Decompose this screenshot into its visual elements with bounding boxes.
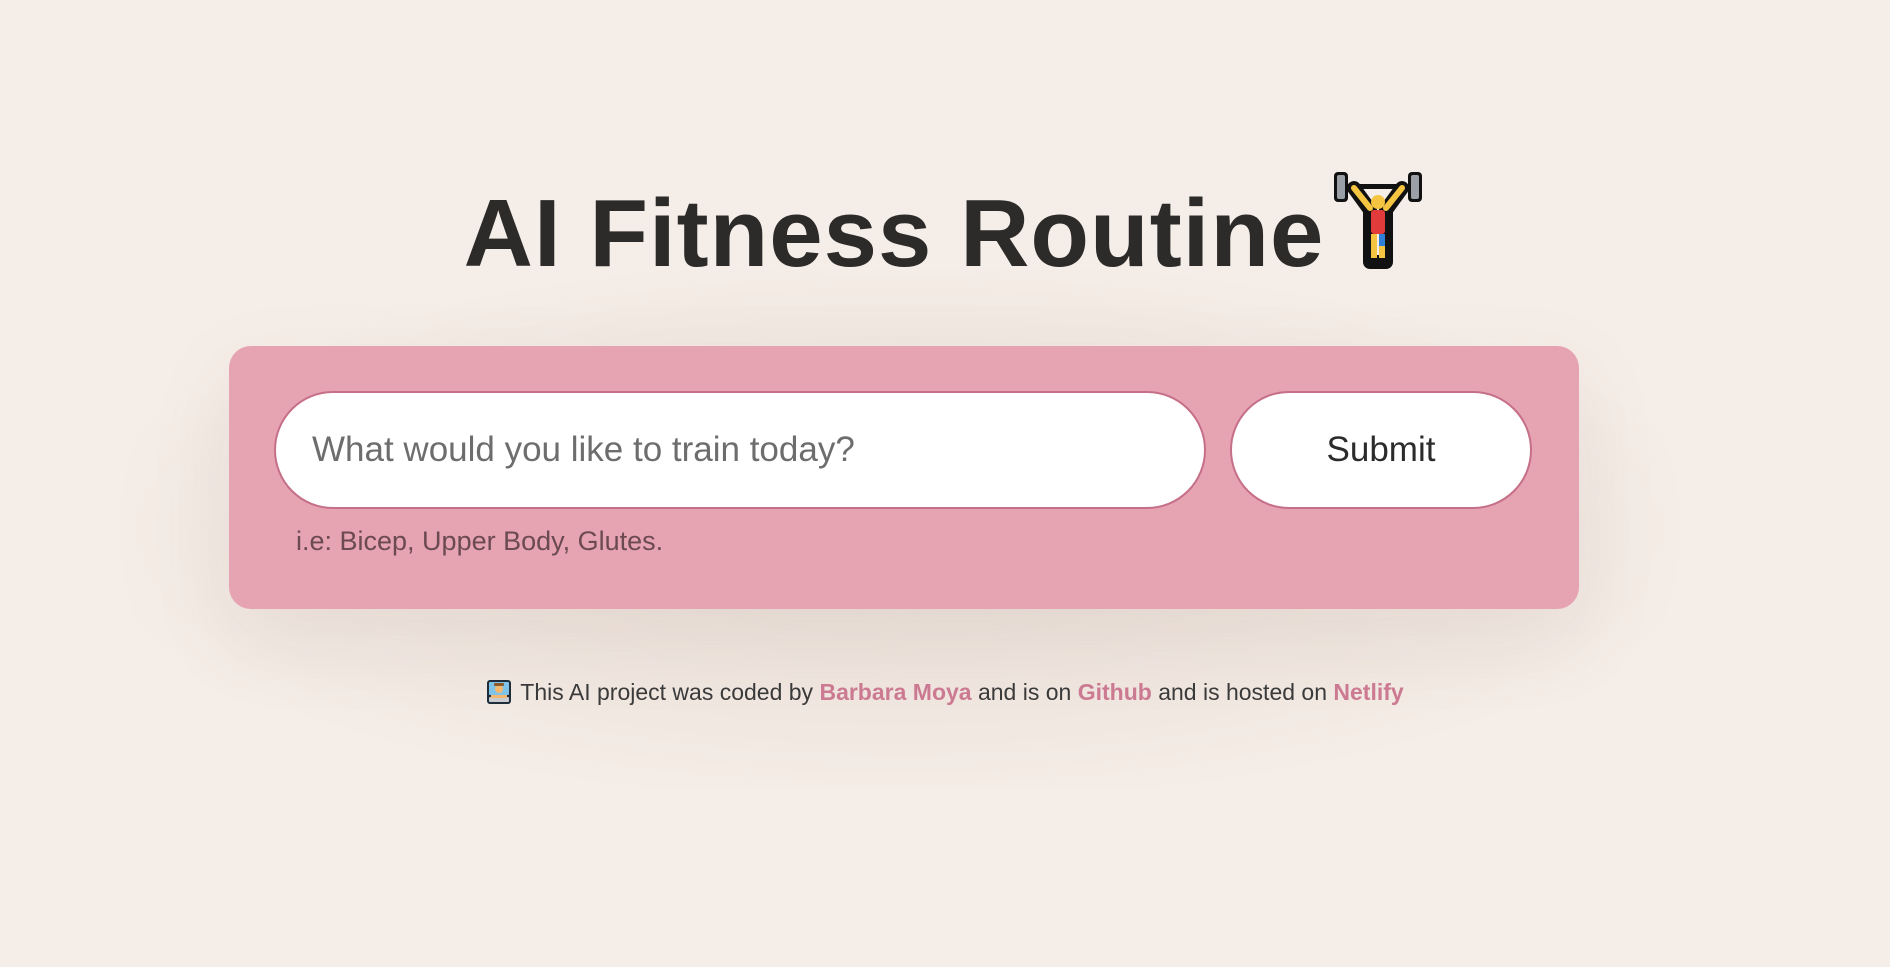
footer-text-3: and is hosted on xyxy=(1158,679,1327,705)
page-title: AI Fitness Routine xyxy=(0,170,1890,294)
weightlifter-icon xyxy=(1330,170,1426,270)
submit-button[interactable]: Submit xyxy=(1230,391,1532,509)
author-link[interactable]: Barbara Moya xyxy=(819,679,971,705)
footer-text-1: This AI project was coded by xyxy=(520,679,814,705)
search-input[interactable] xyxy=(274,391,1206,509)
github-link[interactable]: Github xyxy=(1078,679,1152,705)
search-panel: Submit i.e: Bicep, Upper Body, Glutes. xyxy=(229,346,1579,609)
netlify-link[interactable]: Netlify xyxy=(1333,679,1403,705)
page-title-text: AI Fitness Routine xyxy=(463,180,1325,287)
footer-text-2: and is on xyxy=(977,679,1072,705)
footer: This AI project was coded by Barbara Moy… xyxy=(0,674,1890,710)
woman-technologist-icon xyxy=(486,679,512,705)
input-hint: i.e: Bicep, Upper Body, Glutes. xyxy=(296,526,664,556)
